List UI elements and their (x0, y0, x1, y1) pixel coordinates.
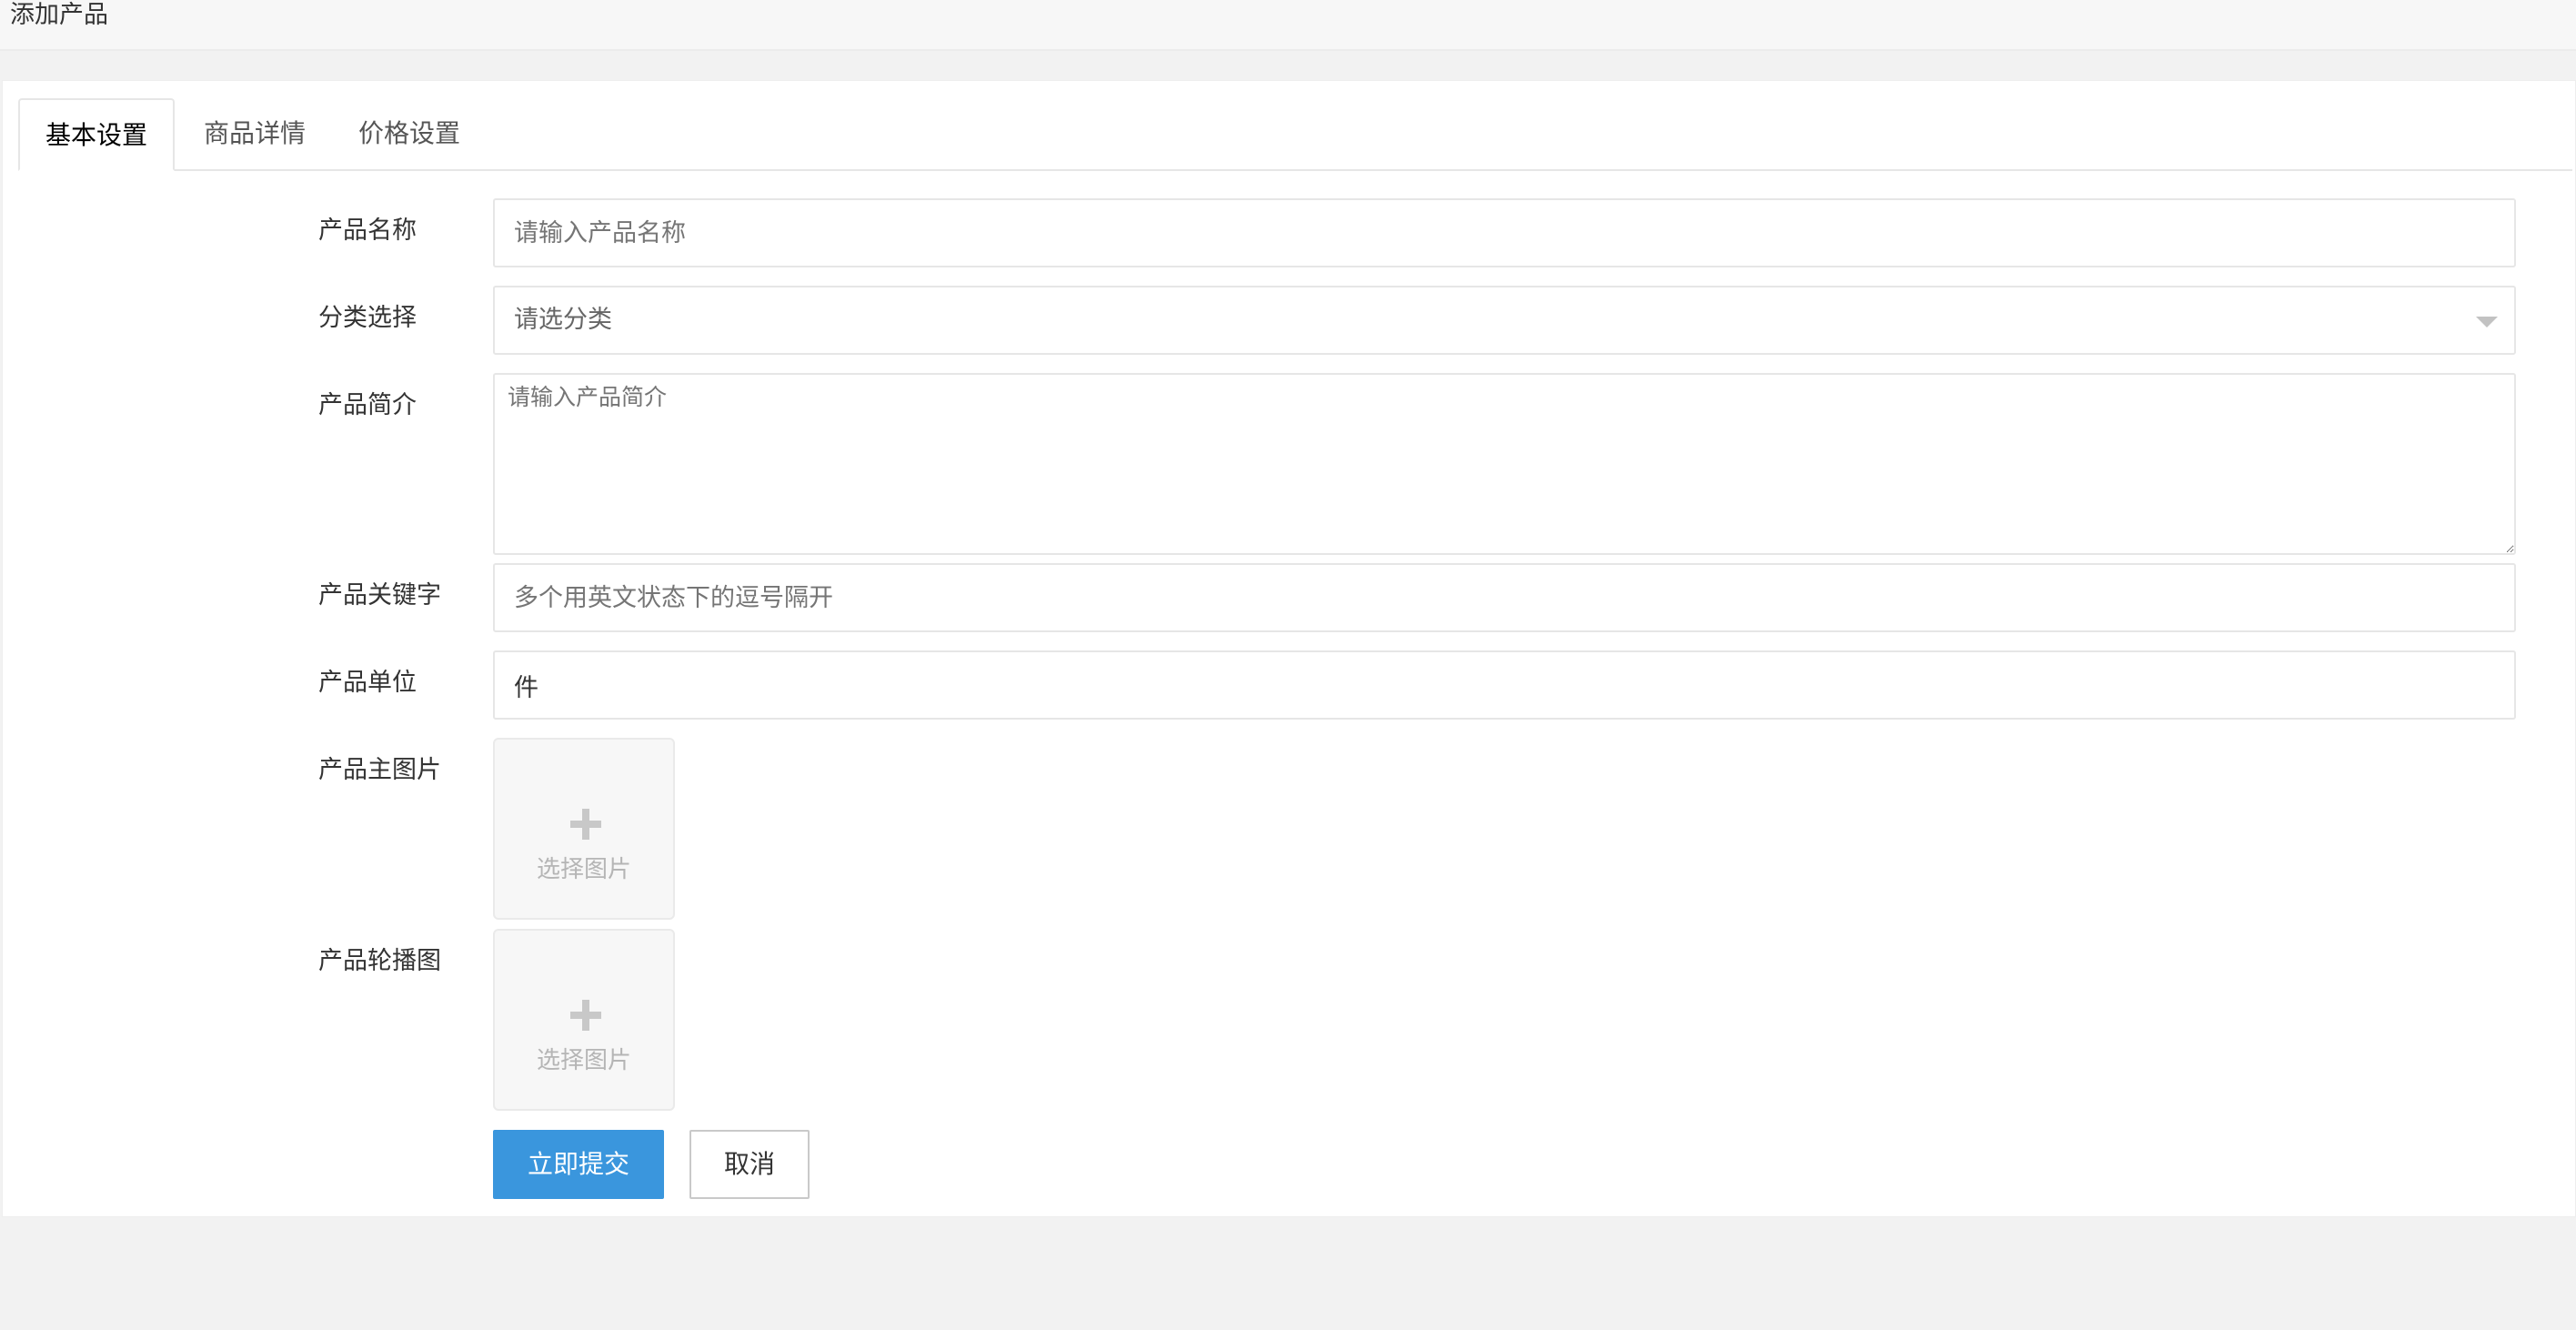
product-unit-label: 产品单位 (318, 669, 417, 697)
form-card: 基本设置 商品详情 价格设置 产品名称 分类选择 请选分类 产品简介 产品关键字… (0, 0, 2576, 1330)
main-image-label: 产品主图片 (318, 756, 441, 784)
product-summary-label: 产品简介 (318, 391, 417, 419)
carousel-label: 产品轮播图 (318, 947, 441, 975)
tab-divider (18, 169, 2572, 171)
product-name-label: 产品名称 (318, 217, 417, 245)
category-select[interactable]: 请选分类 (493, 286, 2516, 355)
submit-button[interactable]: 立即提交 (493, 1130, 664, 1199)
main-image-upload-text: 选择图片 (536, 856, 631, 883)
tab-product-details[interactable]: 商品详情 (182, 98, 327, 169)
cancel-button[interactable]: 取消 (689, 1130, 810, 1199)
carousel-upload[interactable]: 选择图片 (493, 929, 675, 1111)
product-summary-textarea[interactable] (493, 373, 2516, 555)
tab-bar: 基本设置 商品详情 价格设置 (0, 0, 2572, 173)
product-keywords-label: 产品关键字 (318, 581, 441, 610)
product-keywords-input[interactable] (493, 563, 2516, 632)
category-label: 分类选择 (318, 304, 417, 332)
caret-down-icon (2476, 317, 2498, 327)
plus-icon (570, 809, 601, 840)
product-unit-input[interactable] (493, 650, 2516, 720)
product-name-input[interactable] (493, 198, 2516, 267)
tab-price-settings[interactable]: 价格设置 (337, 98, 482, 169)
category-selected-value: 请选分类 (514, 306, 612, 334)
tab-basic-settings[interactable]: 基本设置 (18, 98, 175, 171)
carousel-upload-text: 选择图片 (536, 1047, 631, 1074)
main-image-upload[interactable]: 选择图片 (493, 738, 675, 920)
plus-icon (570, 1000, 601, 1031)
